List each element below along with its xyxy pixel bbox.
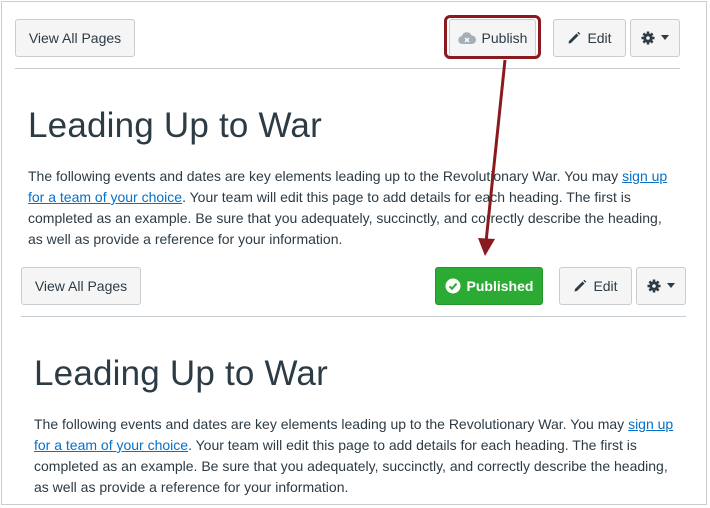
annotation-arrow — [478, 59, 507, 256]
